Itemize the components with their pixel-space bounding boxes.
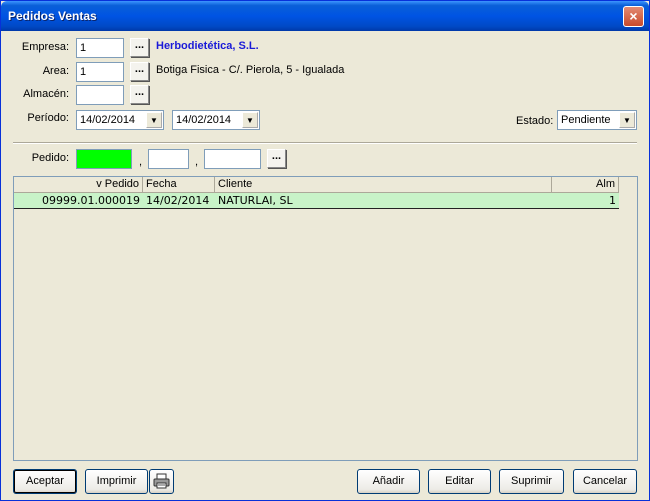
- area-field[interactable]: 1: [76, 62, 124, 82]
- column-header-cliente[interactable]: Cliente: [215, 177, 552, 193]
- title-bar[interactable]: Pedidos Ventas ×: [1, 1, 649, 31]
- column-header-fecha[interactable]: Fecha: [143, 177, 215, 193]
- column-header-pedido[interactable]: v Pedido: [14, 177, 143, 193]
- cell-pedido: 09999.01.000019: [42, 194, 140, 207]
- pedido-number-field[interactable]: [204, 149, 261, 169]
- periodo-from-select[interactable]: 14/02/2014 ▼: [76, 110, 164, 130]
- pedido-lookup-button[interactable]: ...: [267, 149, 286, 168]
- periodo-label: Período:: [27, 112, 69, 124]
- cell-fecha: 14/02/2014: [146, 194, 210, 207]
- area-label: Area:: [42, 65, 69, 77]
- column-header-alm[interactable]: Alm: [552, 177, 619, 193]
- periodo-to-value: 14/02/2014: [176, 114, 232, 126]
- area-lookup-button[interactable]: ...: [130, 62, 149, 81]
- estado-value: Pendiente: [561, 114, 611, 126]
- chevron-down-icon[interactable]: ▼: [146, 112, 162, 128]
- pedido-serie-field[interactable]: [76, 149, 132, 169]
- empresa-field[interactable]: 1: [76, 38, 124, 58]
- almacen-label: Almacén:: [23, 88, 69, 100]
- pedidos-ventas-window: Pedidos Ventas × Empresa: 1 ... Herbodie…: [0, 0, 650, 501]
- periodo-to-select[interactable]: 14/02/2014 ▼: [172, 110, 260, 130]
- area-name: Botiga Fisica - C/. Pierola, 5 - Igualad…: [156, 64, 345, 76]
- empresa-label: Empresa:: [21, 41, 69, 53]
- empresa-name: Herbodietética, S.L.: [156, 40, 259, 52]
- estado-select[interactable]: Pendiente ▼: [557, 110, 637, 130]
- suprimir-button[interactable]: Suprimir: [499, 469, 564, 494]
- window-title: Pedidos Ventas: [8, 9, 97, 23]
- close-button[interactable]: ×: [623, 6, 644, 27]
- almacen-lookup-button[interactable]: ...: [130, 85, 149, 104]
- pedido-area-field[interactable]: [148, 149, 189, 169]
- imprimir-button[interactable]: Imprimir: [85, 469, 148, 494]
- divider: [13, 142, 637, 144]
- periodo-from-value: 14/02/2014: [80, 114, 136, 126]
- pedidos-grid[interactable]: v Pedido Fecha Cliente Alm 09999.01.0000…: [13, 176, 638, 461]
- pedido-label: Pedido:: [31, 152, 69, 164]
- anadir-button[interactable]: Añadir: [357, 469, 420, 494]
- aceptar-button[interactable]: Aceptar: [13, 469, 77, 494]
- grid-header: v Pedido Fecha Cliente Alm: [14, 177, 637, 193]
- cell-alm: 1: [609, 194, 616, 207]
- almacen-field[interactable]: [76, 85, 124, 105]
- cell-cliente: NATURLAI, SL: [218, 194, 293, 207]
- printer-icon: [153, 473, 170, 489]
- pedido-separator: ,: [195, 156, 199, 168]
- chevron-down-icon[interactable]: ▼: [242, 112, 258, 128]
- cancelar-button[interactable]: Cancelar: [573, 469, 637, 494]
- chevron-down-icon[interactable]: ▼: [619, 112, 635, 128]
- pedido-separator: ,: [139, 156, 143, 168]
- editar-button[interactable]: Editar: [428, 469, 491, 494]
- table-row[interactable]: 09999.01.000019 14/02/2014 NATURLAI, SL …: [14, 193, 619, 209]
- estado-label: Estado:: [516, 115, 554, 127]
- empresa-lookup-button[interactable]: ...: [130, 38, 149, 57]
- printer-button[interactable]: [149, 469, 174, 494]
